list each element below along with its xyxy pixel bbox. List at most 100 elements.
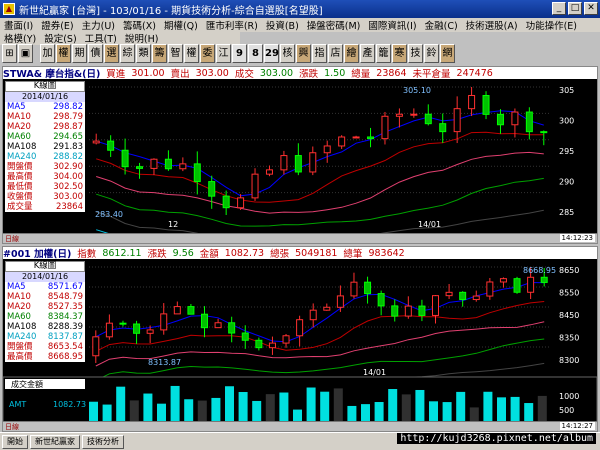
quote-bar: #001 加權(日) 指數 8612.11 漲跌 9.56 金額 1082.73 總張 5049… (3, 247, 597, 260)
menu-item-7[interactable]: 操盤密碼(M) (303, 18, 365, 32)
menu-item-2[interactable]: 主力(U) (78, 18, 119, 32)
app-window: ▲ 新世紀贏家 [台灣] - 103/01/16 - 期貨技術分析-綜合自選股[… (0, 0, 600, 450)
y-tick-label: 295 (559, 147, 574, 156)
candle-body (214, 322, 222, 329)
volume-bar (170, 385, 180, 425)
toolbar-button-9[interactable]: 權 (184, 44, 199, 63)
menu2-item-1[interactable]: 設定(S) (40, 31, 80, 45)
candlestick-chart[interactable]: 305 300 295 290 285 12 14/01 305.10 283.40 (3, 79, 597, 233)
menu-item-1[interactable]: 證券(E) (37, 18, 77, 32)
candle-body (486, 281, 494, 297)
toolbar-button-8[interactable]: 智 (168, 44, 183, 63)
quote-field-0: #001 加權(日) (3, 249, 72, 260)
toolbar-left-icon-0[interactable]: ⊞ (2, 44, 17, 63)
volume-bar (415, 389, 425, 425)
toolbar-button-2[interactable]: 期 (72, 44, 87, 63)
x-tick-label: 12 (168, 220, 178, 229)
chart-panel-mtx[interactable]: STWA& 摩台指&(日) 買進 301.00 賣出 303.00 成交 303.00 漲跌 1… (2, 66, 598, 244)
chart-panel-taiex[interactable]: #001 加權(日) 指數 8612.11 漲跌 9.56 金額 1082.73 總張 5049… (2, 246, 598, 432)
volume-bar (333, 388, 343, 425)
quote-field-11: 未平倉量 (412, 69, 451, 80)
candle-body (309, 309, 317, 321)
candle-body (187, 306, 195, 315)
candle-body (513, 278, 521, 293)
menu-item-5[interactable]: 匯市利率(R) (202, 18, 262, 32)
candle-body (404, 305, 412, 317)
menu-item-9[interactable]: 金融(C) (421, 18, 462, 32)
minimize-button[interactable]: _ (552, 2, 566, 15)
toolbar-left-icon-1[interactable]: ▣ (18, 44, 33, 63)
toolbar-button-6[interactable]: 類 (136, 44, 151, 63)
ma-line (96, 177, 544, 227)
menu2-item-2[interactable]: 工具(T) (81, 31, 121, 45)
candle-body (222, 195, 230, 209)
ma-line (95, 281, 545, 343)
watermark: http://kujd3268.pixnet.net/album (397, 433, 596, 444)
toolbar-button-7[interactable]: 籌 (152, 44, 167, 63)
toolbar-button-15[interactable]: 核 (280, 44, 295, 63)
toolbar-button-3[interactable]: 債 (88, 44, 103, 63)
candle-body (496, 113, 504, 126)
candle-body (265, 169, 273, 175)
menu-item-0[interactable]: 畫面(I) (0, 18, 37, 32)
y-tick-label: 8650 (559, 266, 579, 275)
toolbar-button-23[interactable]: 技 (408, 44, 423, 63)
low-annotation: 8313.87 (148, 358, 181, 367)
menu-item-8[interactable]: 國際資訊(I) (364, 18, 420, 32)
toolbar-button-1[interactable]: 權 (56, 44, 71, 63)
candle-body (350, 281, 358, 297)
candle-body (228, 322, 236, 334)
taskbar-item-1[interactable]: 新世紀贏家 (30, 434, 80, 449)
candle-body (527, 276, 535, 293)
candle-body (336, 295, 344, 308)
toolbar-button-17[interactable]: 指 (312, 44, 327, 63)
menu2-item-3[interactable]: 說明(H) (121, 31, 163, 45)
status-time: 14:12:27 (559, 422, 595, 430)
candle-body (525, 111, 533, 133)
candle-body (280, 155, 288, 171)
candle-body (338, 136, 346, 147)
candle-body (445, 291, 453, 297)
toolbar-button-11[interactable]: 江 (216, 44, 231, 63)
toolbar-button-5[interactable]: 綜 (120, 44, 135, 63)
toolbar-button-0[interactable]: 加 (40, 44, 55, 63)
candle-body (395, 113, 403, 117)
toolbar-button-12[interactable]: 9 (232, 44, 247, 63)
quote-field-10: 23864 (376, 67, 407, 79)
menu-item-6[interactable]: 投資(B) (262, 18, 303, 32)
candle-body (540, 131, 548, 134)
menu-item-10[interactable]: 技術選股(A) (462, 18, 522, 32)
toolbar-button-4[interactable]: 選 (104, 44, 119, 63)
toolbar-button-14[interactable]: 29 (264, 44, 279, 63)
toolbar-button-24[interactable]: 鈴 (424, 44, 439, 63)
taskbar-item-0[interactable]: 開始 (2, 434, 28, 449)
menu-item-11[interactable]: 功能操作(E) (522, 18, 581, 32)
toolbar-button-21[interactable]: 籠 (376, 44, 391, 63)
toolbar-button-20[interactable]: 產 (360, 44, 375, 63)
toolbar-button-16[interactable]: 興 (296, 44, 311, 63)
candle-body (179, 163, 187, 170)
candlestick-chart[interactable]: 8650 8550 8450 8350 8300 14/01 8668.95 8313.87 成… (3, 259, 597, 431)
toolbar-button-19[interactable]: 繪 (344, 44, 359, 63)
toolbar-button-25[interactable]: 網 (440, 44, 455, 63)
toolbar-button-13[interactable]: 8 (248, 44, 263, 63)
menu-item-3[interactable]: 籌碼(X) (119, 18, 160, 32)
quote-field-0: STWA& 摩台指&(日) (3, 69, 101, 80)
maximize-button[interactable]: □ (568, 2, 582, 15)
menu-item-4[interactable]: 期權(Q) (160, 18, 202, 32)
taskbar-item-2[interactable]: 技術分析 (82, 434, 124, 449)
toolbar-button-10[interactable]: 委 (200, 44, 215, 63)
candle-body (468, 95, 476, 110)
quote-field-4: 303.00 (195, 67, 229, 79)
quote-field-2: 8612.11 (102, 247, 142, 259)
candle-body (150, 158, 158, 169)
candle-body (201, 313, 208, 329)
toolbar-button-18[interactable]: 店 (328, 44, 343, 63)
y-tick-label: 8300 (559, 356, 579, 365)
panel-status: 日線 14:12:23 (3, 233, 597, 243)
close-button[interactable]: ✕ (584, 2, 598, 15)
y-tick-label: 8550 (559, 289, 579, 298)
volume-bar (483, 391, 493, 425)
menu2-item-0[interactable]: 格模(Y) (0, 31, 40, 45)
toolbar-button-22[interactable]: 寒 (392, 44, 407, 63)
